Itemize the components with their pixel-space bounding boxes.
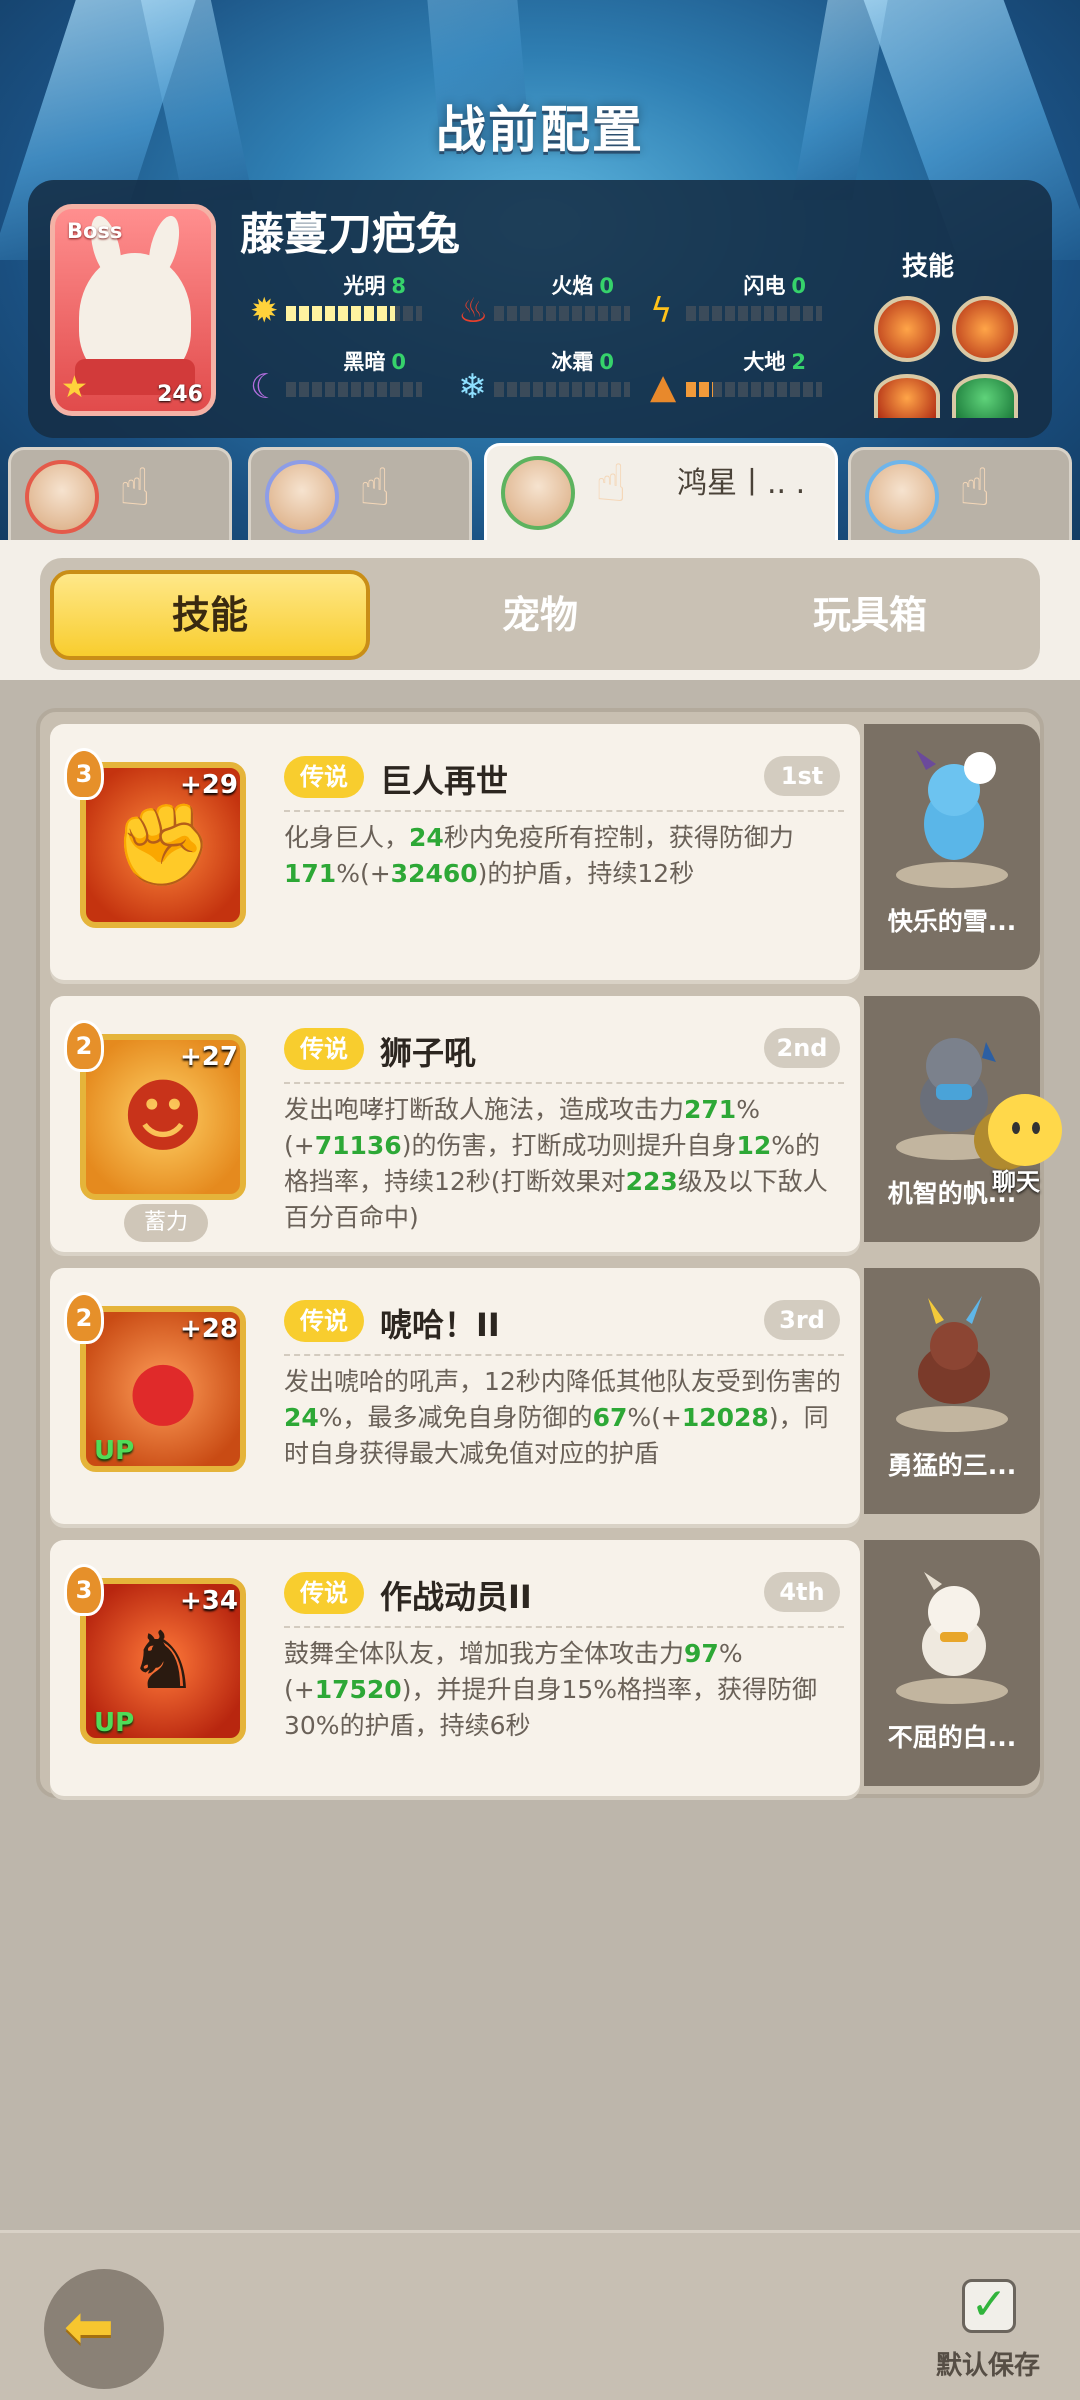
tap-hand-icon: ☝ xyxy=(119,458,151,518)
page-title: 战前配置 xyxy=(436,101,644,159)
rarity-badge: 传说 xyxy=(284,756,364,798)
pet-slot[interactable]: 不屈的白... xyxy=(864,1540,1040,1786)
boss-tag: Boss xyxy=(67,219,123,243)
boss-skills-label: 技能 xyxy=(902,252,955,282)
snowflake-icon: ❄ xyxy=(458,367,487,407)
up-badge: UP xyxy=(94,1708,135,1738)
skill-rank: 1st xyxy=(764,756,840,796)
hero-tab-1[interactable]: ☝ xyxy=(8,447,232,542)
skill-name: 巨人再世 xyxy=(380,762,509,800)
boss-panel: Boss ★ 246 藤蔓刀疤兔 ✹ 光明 8 ♨ 火焰 0 ϟ 闪电 0 ☾ 黑暗 0… xyxy=(28,180,1052,438)
up-badge: UP xyxy=(94,1436,135,1466)
pet-name: 不屈的白... xyxy=(887,1723,1017,1752)
chat-label: 聊天 xyxy=(992,1168,1040,1196)
tap-hand-icon: ☝ xyxy=(959,458,991,518)
flame-icon: ♨ xyxy=(458,291,489,331)
skill-level-badge: 2 xyxy=(64,1020,104,1072)
skill-name: 狮子吼 xyxy=(380,1034,477,1072)
hero-avatar xyxy=(25,460,99,534)
bottom-bar: ⬅ ✓ 默认保存 xyxy=(0,2230,1080,2400)
element-earth: ▲ 大地 2 xyxy=(650,346,840,406)
config-tabs-area: 技能 宠物 玩具箱 xyxy=(0,540,1080,680)
skill-bonus: +28 xyxy=(180,1314,238,1344)
skill-card[interactable]: ♞ 3 +34 UP 传说 作战动员II 4th 鼓舞全体队友，增加我方全体攻击… xyxy=(50,1540,860,1796)
element-light: ✹ 光明 8 xyxy=(250,270,440,330)
hero-avatar xyxy=(265,460,339,534)
skill-rank: 2nd xyxy=(764,1028,840,1068)
skill-description: 鼓舞全体队友，增加我方全体攻击力97%(+17520)，并提升自身15%格挡率，… xyxy=(284,1626,844,1744)
boss-name: 藤蔓刀疤兔 xyxy=(240,209,460,260)
pet-figure xyxy=(916,750,996,860)
tap-hand-icon: ☝ xyxy=(359,458,391,518)
boss-skill-icon[interactable] xyxy=(874,374,940,418)
skill-card[interactable]: ✊ 3 +29 传说 巨人再世 1st 化身巨人，24秒内免疫所有控制，获得防御… xyxy=(50,724,860,980)
skill-rank: 4th xyxy=(764,1572,840,1612)
skill-list: ✊ 3 +29 传说 巨人再世 1st 化身巨人，24秒内免疫所有控制，获得防御… xyxy=(36,708,1044,1798)
skill-bonus: +27 xyxy=(180,1042,238,1072)
boss-skill-icon[interactable] xyxy=(952,374,1018,418)
skill-name: 唬哈！II xyxy=(380,1306,500,1344)
tab-skills[interactable]: 技能 xyxy=(50,570,370,660)
boss-skill-icon[interactable] xyxy=(874,296,940,362)
skill-description: 发出咆哮打断敌人施法，造成攻击力271%(+71136)的伤害，打断成功则提升自… xyxy=(284,1082,844,1236)
element-dark: ☾ 黑暗 0 xyxy=(250,346,440,406)
tab-toybox[interactable]: 玩具箱 xyxy=(710,570,1030,660)
back-arrow-icon: ⬅ xyxy=(64,2292,115,2362)
hero-name: 鸿星丨.. . xyxy=(677,466,806,501)
rarity-badge: 传说 xyxy=(284,1300,364,1342)
star-icon: ★ xyxy=(61,370,88,405)
skill-bonus: +34 xyxy=(180,1586,238,1616)
element-fire: ♨ 火焰 0 xyxy=(458,270,648,330)
element-frost: ❄ 冰霜 0 xyxy=(458,346,648,406)
skill-name: 作战动员II xyxy=(380,1578,532,1616)
hero-tab-2[interactable]: ☝ xyxy=(248,447,472,542)
pet-name: 快乐的雪... xyxy=(887,907,1017,936)
boss-portrait[interactable]: Boss ★ 246 xyxy=(50,204,216,416)
pet-slot[interactable]: 快乐的雪... xyxy=(864,724,1040,970)
skill-description: 发出唬哈的吼声，12秒内降低其他队友受到伤害的24%，最多减免自身防御的67%(… xyxy=(284,1354,844,1472)
skill-description: 化身巨人，24秒内免疫所有控制，获得防御力171%(+32460)的护盾，持续1… xyxy=(284,810,844,892)
hero-tab-3[interactable]: ☝ 鸿星丨.. . xyxy=(484,443,838,543)
skill-level-badge: 2 xyxy=(64,1292,104,1344)
rarity-badge: 传说 xyxy=(284,1572,364,1614)
pet-slot[interactable]: 勇猛的三... xyxy=(864,1268,1040,1514)
boss-level: 246 xyxy=(157,382,203,407)
pet-name: 勇猛的三... xyxy=(887,1451,1017,1480)
hero-tab-4[interactable]: ☝ xyxy=(848,447,1072,542)
config-tabs: 技能 宠物 玩具箱 xyxy=(40,558,1040,670)
skill-level-badge: 3 xyxy=(64,1564,104,1616)
skill-bonus: +29 xyxy=(180,770,238,800)
back-button[interactable]: ⬅ xyxy=(44,2269,164,2389)
hero-avatar xyxy=(865,460,939,534)
lightning-icon: ϟ xyxy=(650,291,673,331)
default-save-checkbox[interactable]: ✓ xyxy=(962,2279,1016,2333)
moon-icon: ☾ xyxy=(250,367,281,407)
tab-pets[interactable]: 宠物 xyxy=(380,570,700,660)
rarity-badge: 传说 xyxy=(284,1028,364,1070)
element-lightning: ϟ 闪电 0 xyxy=(650,270,840,330)
chat-button[interactable]: 聊天 xyxy=(968,1094,1078,1196)
pet-figure xyxy=(918,1296,990,1404)
skill-rank: 3rd xyxy=(764,1300,840,1340)
tap-hand-icon: ☝ xyxy=(595,454,627,514)
boss-skill-icon[interactable] xyxy=(952,296,1018,362)
pet-figure xyxy=(922,1572,986,1676)
skill-card[interactable]: ☻ 2 +27 蓄力 传说 狮子吼 2nd 发出咆哮打断敌人施法，造成攻击力27… xyxy=(50,996,860,1252)
sun-icon: ✹ xyxy=(250,291,279,331)
default-save-label: 默认保存 xyxy=(936,2351,1041,2381)
hero-avatar xyxy=(501,456,575,530)
charge-badge: 蓄力 xyxy=(124,1204,208,1242)
chat-mascot-icon xyxy=(988,1094,1062,1166)
skill-level-badge: 3 xyxy=(64,748,104,800)
skill-card[interactable]: ● 2 +28 UP 传说 唬哈！II 3rd 发出唬哈的吼声，12秒内降低其他… xyxy=(50,1268,860,1524)
mountain-icon: ▲ xyxy=(650,367,677,407)
